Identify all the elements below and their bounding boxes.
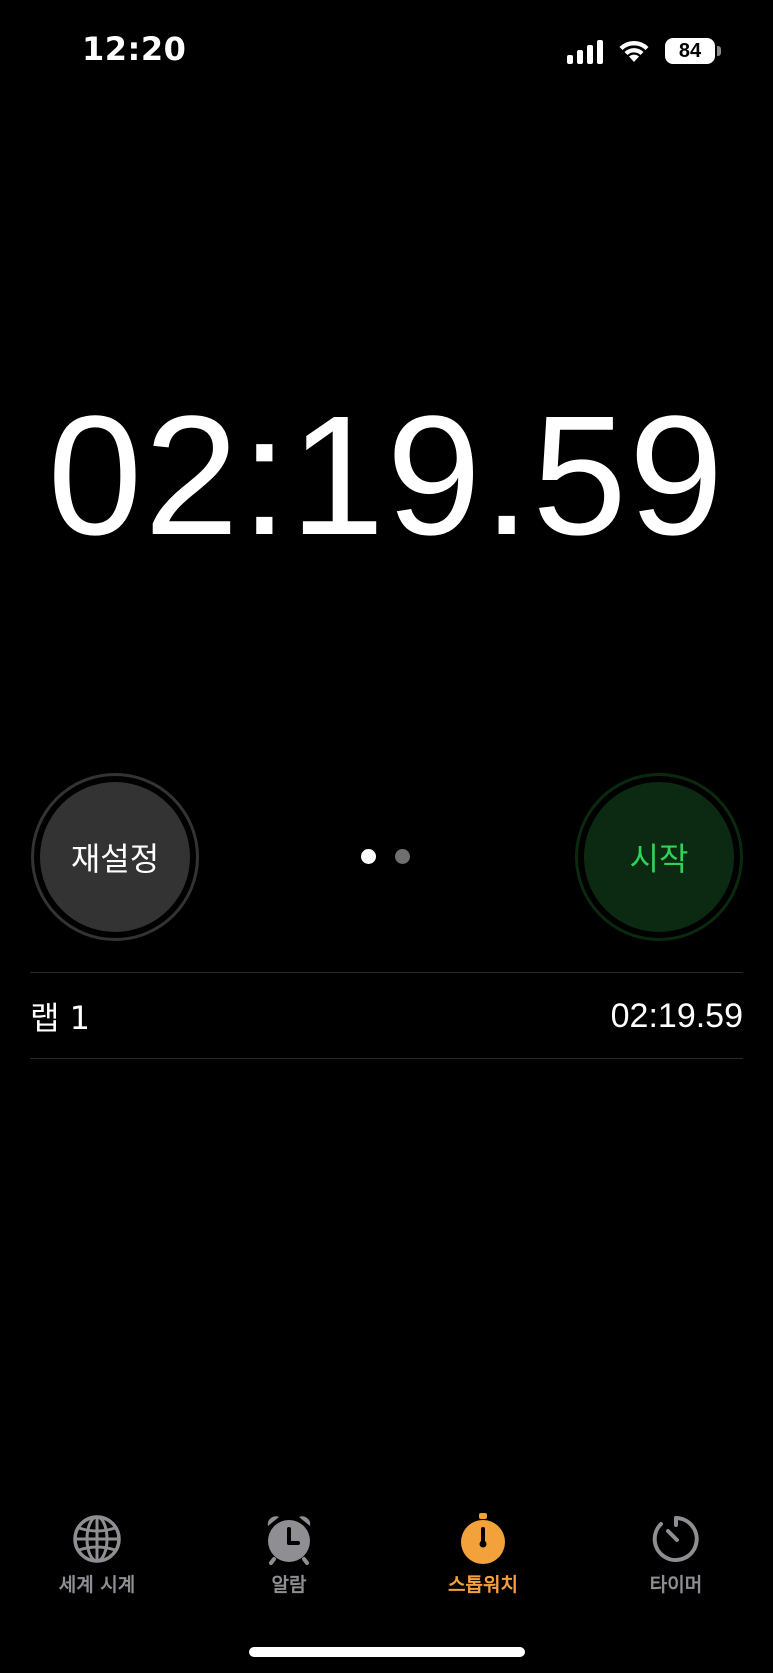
lap-label: 랩 1 [30,999,90,1037]
alarm-clock-icon [267,1516,311,1565]
start-button[interactable]: 시작 [575,773,743,941]
start-button-label: 시작 [584,782,734,932]
battery-level: 84 [665,38,715,64]
status-time: 12:20 [82,30,187,68]
lap-divider-top [30,972,743,973]
tab-alarm-label: 알람 [271,1574,307,1596]
lap-divider-bottom [30,1058,743,1059]
tab-timer-label: 타이머 [649,1574,703,1596]
lap-row: 랩 1 02:19.59 [30,994,743,1038]
tab-world-clock[interactable]: 세계 시계 [12,1512,182,1597]
tab-timer[interactable]: 타이머 [591,1512,761,1597]
page-indicator[interactable] [361,849,410,864]
battery-icon: 84 [665,38,721,64]
stopwatch-icon [461,1513,505,1564]
page-dot[interactable] [395,849,410,864]
reset-button-label: 재설정 [40,782,190,932]
lap-time: 02:19.59 [610,996,743,1035]
clock-app-screen: 12:20 84 02:19.59 재설정 시작 랩 1 02:19.59 세계… [0,0,773,1673]
status-icons: 84 [567,34,721,68]
home-indicator[interactable] [249,1647,525,1657]
page-dot-active[interactable] [361,849,376,864]
timer-icon [652,1516,699,1562]
tab-stopwatch-label: 스톱워치 [448,1574,518,1596]
reset-button[interactable]: 재설정 [31,773,199,941]
wifi-icon [619,40,649,62]
tab-stopwatch[interactable]: 스톱워치 [398,1512,568,1597]
tab-bar: 세계 시계 알람 스톱워치 타이머 [0,1512,773,1612]
tab-alarm[interactable]: 알람 [204,1512,374,1597]
signal-icon [567,38,603,64]
tab-world-clock-label: 세계 시계 [58,1574,136,1596]
globe-icon [73,1515,121,1563]
stopwatch-display: 02:19.59 [47,381,726,571]
